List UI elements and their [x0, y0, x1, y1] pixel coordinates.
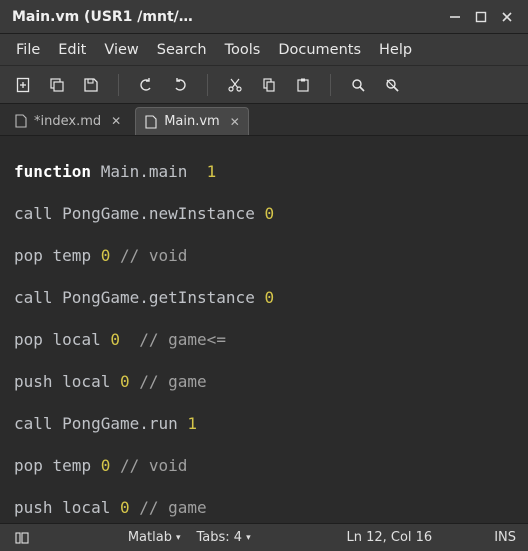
- code-line: call PongGame.getInstance 0: [14, 287, 514, 308]
- search-button[interactable]: [343, 70, 373, 100]
- undo-button[interactable]: [131, 70, 161, 100]
- toolbar: [0, 66, 528, 104]
- code-editor[interactable]: function Main.main 1 call PongGame.newIn…: [0, 136, 528, 523]
- statusbar-icon[interactable]: [12, 531, 32, 545]
- paste-button[interactable]: [288, 70, 318, 100]
- toolbar-separator: [330, 74, 331, 96]
- maximize-button[interactable]: [468, 4, 494, 30]
- new-file-button[interactable]: [8, 70, 38, 100]
- code-line: pop temp 0 // void: [14, 455, 514, 476]
- open-file-button[interactable]: [42, 70, 72, 100]
- menu-tools[interactable]: Tools: [217, 38, 269, 62]
- status-tabwidth[interactable]: Tabs: 4 ▾: [197, 530, 251, 545]
- close-icon[interactable]: ✕: [107, 114, 121, 128]
- close-icon[interactable]: ✕: [226, 115, 240, 129]
- replace-button[interactable]: [377, 70, 407, 100]
- code-line: call PongGame.newInstance 0: [14, 203, 514, 224]
- code-line: pop temp 0 // void: [14, 245, 514, 266]
- file-icon: [14, 114, 28, 128]
- menu-edit[interactable]: Edit: [50, 38, 94, 62]
- tab-label: *index.md: [34, 114, 101, 129]
- file-icon: [144, 115, 158, 129]
- titlebar: Main.vm (USR1 /mnt/…: [0, 0, 528, 34]
- status-position-label: Ln 12, Col 16: [346, 530, 432, 545]
- chevron-down-icon: ▾: [246, 533, 251, 543]
- code-line: push local 0 // game: [14, 371, 514, 392]
- menu-documents[interactable]: Documents: [270, 38, 369, 62]
- code-line: call PongGame.run 1: [14, 413, 514, 434]
- close-button[interactable]: [494, 4, 520, 30]
- status-insert-mode[interactable]: INS: [494, 530, 516, 545]
- menubar: File Edit View Search Tools Documents He…: [0, 34, 528, 66]
- toolbar-separator: [118, 74, 119, 96]
- menu-file[interactable]: File: [8, 38, 48, 62]
- status-tabwidth-label: Tabs: 4: [197, 530, 243, 545]
- save-button[interactable]: [76, 70, 106, 100]
- code-line: function Main.main 1: [14, 161, 514, 182]
- code-line: pop local 0 // game<=: [14, 329, 514, 350]
- cut-button[interactable]: [220, 70, 250, 100]
- tab-bar: *index.md ✕ Main.vm ✕: [0, 104, 528, 136]
- status-language-label: Matlab: [128, 530, 172, 545]
- menu-help[interactable]: Help: [371, 38, 420, 62]
- menu-search[interactable]: Search: [149, 38, 215, 62]
- status-cursor-position: Ln 12, Col 16: [346, 530, 432, 545]
- window-title: Main.vm (USR1 /mnt/…: [12, 9, 442, 25]
- status-insert-label: INS: [494, 530, 516, 545]
- minimize-button[interactable]: [442, 4, 468, 30]
- statusbar: Matlab ▾ Tabs: 4 ▾ Ln 12, Col 16 INS: [0, 523, 528, 551]
- redo-button[interactable]: [165, 70, 195, 100]
- tab-label: Main.vm: [164, 114, 220, 129]
- menu-view[interactable]: View: [96, 38, 146, 62]
- chevron-down-icon: ▾: [176, 533, 181, 543]
- copy-button[interactable]: [254, 70, 284, 100]
- toolbar-separator: [207, 74, 208, 96]
- tab-index-md[interactable]: *index.md ✕: [6, 107, 129, 135]
- code-line: push local 0 // game: [14, 497, 514, 518]
- tab-main-vm[interactable]: Main.vm ✕: [135, 107, 249, 135]
- status-language[interactable]: Matlab ▾: [128, 530, 181, 545]
